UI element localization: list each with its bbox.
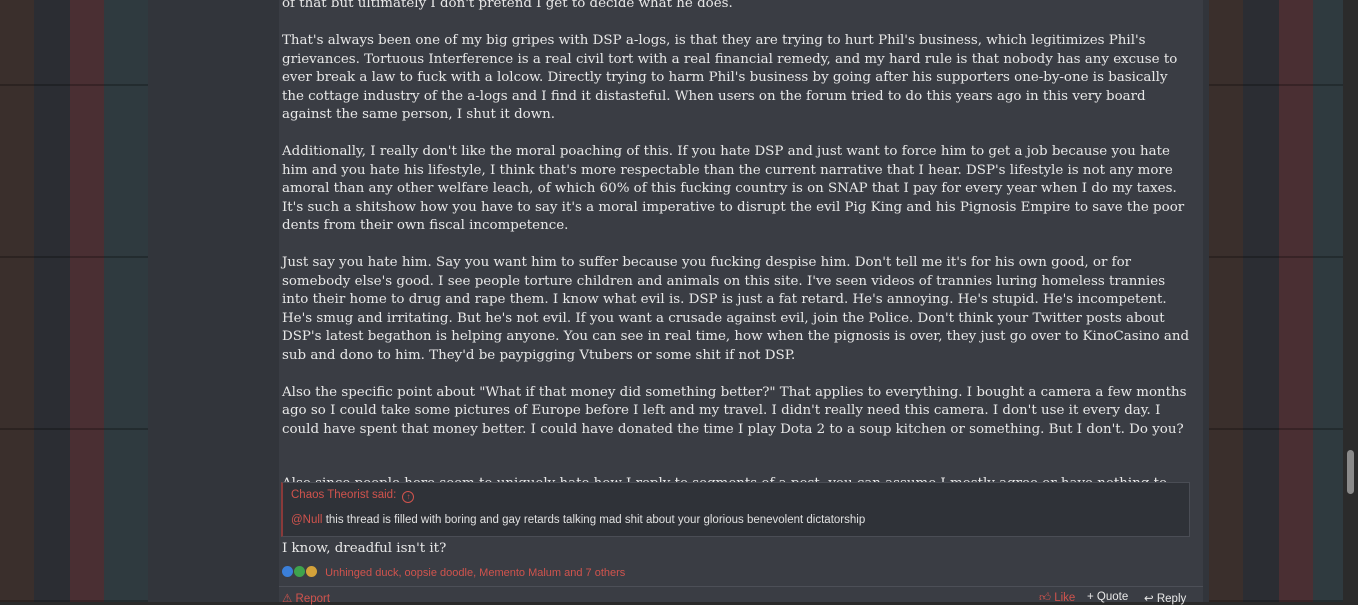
post-paragraph: That's always been one of my big gripes … — [282, 33, 1178, 122]
reply-label: Reply — [1156, 593, 1187, 605]
reply-arrow-icon: ↩ — [1144, 593, 1154, 605]
quote-block: Chaos Theorist said: ↑ @Null this thread… — [281, 482, 1190, 537]
reply-button[interactable]: ↩ Reply — [1144, 591, 1186, 605]
quote-label: Quote — [1096, 591, 1129, 603]
post-paragraph: of that but ultimately I don't pretend I… — [282, 0, 733, 11]
arrow-up-circle-icon[interactable]: ↑ — [402, 491, 415, 503]
post-paragraph: Additionally, I really don't like the mo… — [282, 144, 1185, 233]
post-footer-divider — [279, 586, 1203, 587]
background-comic-collage-right — [1209, 0, 1358, 602]
quote-button[interactable]: + Quote — [1087, 591, 1128, 603]
quote-text: @Null this thread is filled with boring … — [291, 514, 865, 526]
warning-icon: ⚠ — [282, 593, 293, 605]
post-paragraph: Also the specific point about "What if t… — [282, 384, 1187, 437]
reply-text: I know, dreadful isn't it? — [282, 541, 447, 556]
background-comic-collage-left — [0, 0, 148, 602]
quote-author[interactable]: Chaos Theorist said: — [291, 489, 396, 501]
quote-attribution[interactable]: Chaos Theorist said: ↑ — [291, 489, 415, 503]
user-mention-link[interactable]: @Null — [291, 514, 323, 526]
scrollbar-thumb[interactable] — [1347, 450, 1354, 494]
post-paragraph: Just say you hate him. Say you want him … — [282, 255, 1190, 363]
page-scrollbar[interactable] — [1343, 0, 1358, 602]
like-label: Like — [1054, 592, 1076, 604]
report-button[interactable]: ⚠ Report — [282, 591, 330, 605]
thumbs-up-icon: 👍︎ — [1039, 592, 1052, 604]
plus-icon: + — [1087, 591, 1094, 603]
quote-content: this thread is filled with boring and ga… — [322, 514, 866, 526]
check-reaction-icon — [294, 566, 305, 577]
report-label: Report — [295, 593, 331, 605]
post-container: of that but ultimately I don't pretend I… — [148, 0, 1209, 605]
reactions-bar[interactable]: Unhinged duck, oopsie doodle, Memento Ma… — [282, 566, 625, 580]
post-body: of that but ultimately I don't pretend I… — [282, 0, 1192, 531]
trophy-reaction-icon — [306, 566, 317, 577]
like-button[interactable]: 👍︎ Like — [1039, 591, 1075, 605]
like-reaction-icon — [282, 566, 293, 577]
reaction-users-link[interactable]: Unhinged duck, oopsie doodle, Memento Ma… — [325, 567, 625, 579]
